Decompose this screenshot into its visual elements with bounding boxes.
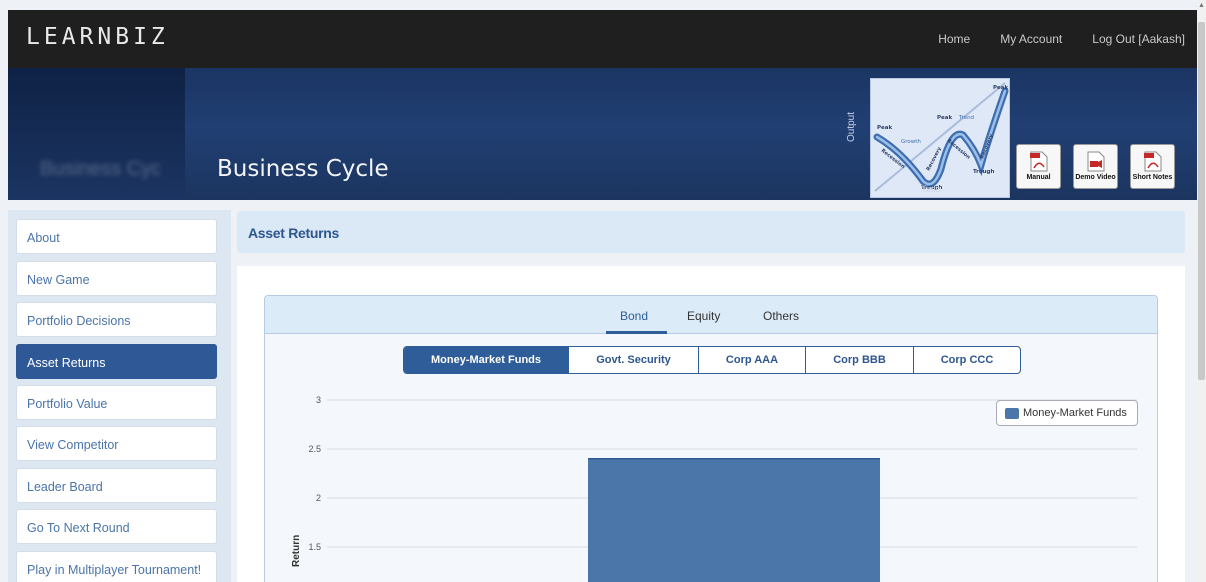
demo-video-button-label: Demo Video xyxy=(1075,174,1116,181)
legend-label: Money-Market Funds xyxy=(1023,407,1127,419)
top-navbar: LEARNBIZ Home My Account Log Out [Aakash… xyxy=(8,10,1197,68)
banner-ghost-title: Business Cyc xyxy=(40,158,162,180)
scroll-up-icon[interactable]: ▲ xyxy=(1198,2,1205,9)
page-scrollbar[interactable]: ▲ xyxy=(1197,0,1206,582)
sidebar: About New Game Portfolio Decisions Asset… xyxy=(8,210,231,582)
sidebar-item-multiplayer[interactable]: Play in Multiplayer Tournament! xyxy=(16,551,217,582)
pdf-icon xyxy=(1143,151,1161,172)
subtab-money-market-funds[interactable]: Money-Market Funds xyxy=(404,347,568,373)
sidebar-item-portfolio-decisions[interactable]: Portfolio Decisions xyxy=(16,302,217,337)
business-cycle-diagram: Peak Growth Trend Peak Peak Recession Re… xyxy=(870,78,1010,198)
y-tick-label: 2.5 xyxy=(308,444,321,454)
cycle-label-peak-3: Peak xyxy=(993,85,1008,91)
legend-swatch xyxy=(1005,408,1019,419)
sidebar-item-about[interactable]: About xyxy=(16,219,217,254)
nav-home-link[interactable]: Home xyxy=(938,32,970,46)
subtab-corp-aaa[interactable]: Corp AAA xyxy=(698,347,805,373)
scrollbar-thumb[interactable] xyxy=(1198,22,1205,380)
asset-class-tabs: Bond Equity Others xyxy=(265,296,1157,334)
video-icon xyxy=(1087,151,1104,172)
chart-legend[interactable]: Money-Market Funds xyxy=(996,400,1138,426)
sidebar-item-view-competitor[interactable]: View Competitor xyxy=(16,426,217,461)
banner-left-panel: Business Cyc xyxy=(8,68,185,200)
subtab-corp-ccc[interactable]: Corp CCC xyxy=(913,347,1020,373)
y-tick-label: 1.5 xyxy=(308,542,321,552)
app-logo[interactable]: LEARNBIZ xyxy=(26,24,169,50)
sidebar-item-asset-returns[interactable]: Asset Returns xyxy=(16,344,217,379)
tab-bond[interactable]: Bond xyxy=(620,309,648,323)
section-title: Asset Returns xyxy=(248,225,340,241)
cycle-label-peak-2: Peak xyxy=(937,115,952,121)
manual-button[interactable]: Manual xyxy=(1016,144,1061,189)
cycle-label-growth: Growth xyxy=(901,139,921,145)
cycle-label-peak-1: Peak xyxy=(877,125,892,131)
top-nav-links: Home My Account Log Out [Aakash] xyxy=(938,32,1185,46)
sidebar-item-new-game[interactable]: New Game xyxy=(16,261,217,296)
page-title: Business Cycle xyxy=(217,156,389,182)
pdf-icon xyxy=(1029,151,1047,172)
tab-others[interactable]: Others xyxy=(763,309,799,323)
short-notes-button-label: Short Notes xyxy=(1132,174,1173,181)
sidebar-item-next-round[interactable]: Go To Next Round xyxy=(16,509,217,544)
subtab-corp-bbb[interactable]: Corp BBB xyxy=(805,347,913,373)
y-axis-label: Return xyxy=(291,535,302,567)
nav-logout-link[interactable]: Log Out [Aakash] xyxy=(1092,32,1185,46)
cycle-x-label: Time xyxy=(921,184,941,194)
cycle-label-trend: Trend xyxy=(958,115,974,121)
nav-my-account-link[interactable]: My Account xyxy=(1000,32,1062,46)
bar-money-market-funds[interactable] xyxy=(588,458,880,582)
tab-equity[interactable]: Equity xyxy=(687,309,720,323)
page: LEARNBIZ Home My Account Log Out [Aakash… xyxy=(0,0,1206,582)
manual-button-label: Manual xyxy=(1026,174,1051,181)
sidebar-item-portfolio-value[interactable]: Portfolio Value xyxy=(16,385,217,420)
page-banner: Business Cyc Business Cycle Output Peak … xyxy=(8,68,1197,200)
sidebar-item-leader-board[interactable]: Leader Board xyxy=(16,468,217,503)
bond-type-tabs: Money-Market Funds Govt. Security Corp A… xyxy=(403,346,1021,374)
demo-video-button[interactable]: Demo Video xyxy=(1073,144,1118,189)
section-header: Asset Returns xyxy=(237,211,1185,253)
subtab-govt-security[interactable]: Govt. Security xyxy=(568,347,698,373)
short-notes-button[interactable]: Short Notes xyxy=(1130,144,1175,189)
y-tick-label: 2 xyxy=(316,493,321,503)
active-tab-underline xyxy=(606,331,667,334)
cycle-y-label: Output xyxy=(846,111,857,142)
y-tick-label: 3 xyxy=(316,395,321,405)
cycle-label-trough-2: Trough xyxy=(973,169,994,175)
